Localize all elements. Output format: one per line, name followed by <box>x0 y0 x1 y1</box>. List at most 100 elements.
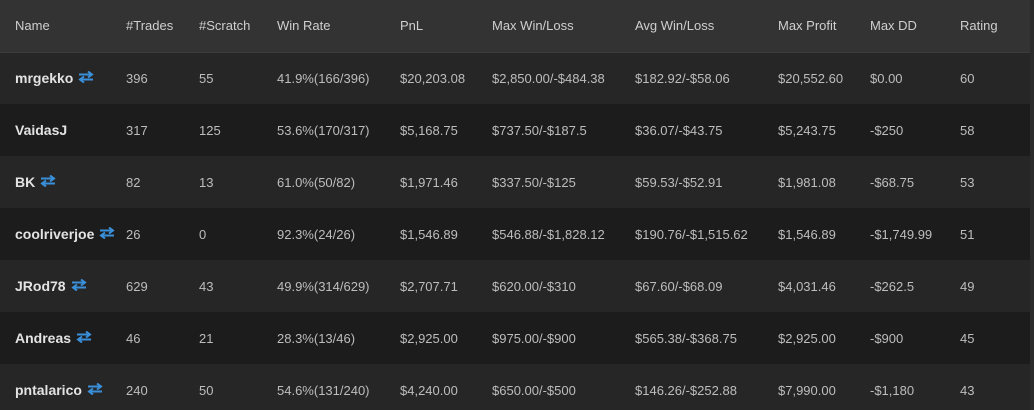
win-rate-cell: 92.3%(24/26) <box>277 226 356 242</box>
trader-name-cell: mrgekko <box>0 52 126 104</box>
trader-name[interactable]: VaidasJ <box>15 122 67 138</box>
trader-name-cell: BK <box>0 156 126 208</box>
trades-cell: 26 <box>126 226 141 242</box>
pnl-cell: $4,240.00 <box>400 382 458 398</box>
column-header-avg-win-loss[interactable]: Avg Win/Loss <box>635 0 778 53</box>
avg-win-loss-cell: $59.53/-$52.91 <box>635 174 723 190</box>
trades-cell: 629 <box>126 278 148 294</box>
scrollbar-track[interactable] <box>1030 0 1034 410</box>
rating-cell: 58 <box>960 122 975 138</box>
column-header-name[interactable]: Name <box>0 0 126 53</box>
rating-cell: 60 <box>960 70 975 86</box>
table-row[interactable]: pntalarico 240 50 54.6%(131/240) $4,240.00 $6… <box>0 364 1030 410</box>
pnl-cell: $1,971.46 <box>400 174 458 190</box>
trader-name[interactable]: JRod78 <box>15 278 66 294</box>
column-header-pnl[interactable]: PnL <box>400 0 492 53</box>
win-rate-cell: 53.6%(170/317) <box>277 122 370 138</box>
max-profit-cell: $2,925.00 <box>778 330 836 346</box>
pnl-cell: $2,707.71 <box>400 278 458 294</box>
table-row[interactable]: coolriverjoe 26 0 92.3%(24/26) $1,546.89 $546… <box>0 208 1030 260</box>
table-row[interactable]: mrgekko 396 55 41.9%(166/396) $20,203.08 $2,8… <box>0 52 1030 104</box>
table-row[interactable]: Andreas 46 21 28.3%(13/46) $2,925.00 $975.00/… <box>0 312 1030 364</box>
max-win-loss-cell: $620.00/-$310 <box>492 278 576 294</box>
max-win-loss-cell: $650.00/-$500 <box>492 382 576 398</box>
avg-win-loss-cell: $565.38/-$368.75 <box>635 330 737 346</box>
max-dd-cell: -$250 <box>870 122 904 138</box>
max-profit-cell: $5,243.75 <box>778 122 836 138</box>
max-dd-cell: $0.00 <box>870 70 903 86</box>
max-dd-cell: -$262.5 <box>870 278 915 294</box>
header-row: Name #Trades #Scratch Win Rate PnL Max W… <box>0 0 1030 53</box>
pnl-cell: $5,168.75 <box>400 122 458 138</box>
max-profit-cell: $4,031.46 <box>778 278 836 294</box>
scratch-cell: 43 <box>199 278 214 294</box>
max-win-loss-cell: $337.50/-$125 <box>492 174 576 190</box>
column-header-max-dd[interactable]: Max DD <box>870 0 960 53</box>
trader-name-cell: pntalarico <box>0 364 126 410</box>
trades-cell: 396 <box>126 70 148 86</box>
trader-name[interactable]: Andreas <box>15 330 71 346</box>
swap-arrows-icon[interactable] <box>87 382 103 398</box>
max-profit-cell: $20,552.60 <box>778 70 844 86</box>
win-rate-cell: 61.0%(50/82) <box>277 174 356 190</box>
trader-name-cell: coolriverjoe <box>0 208 126 260</box>
table-row[interactable]: BK 82 13 61.0%(50/82) $1,971.46 $337.50/-$125… <box>0 156 1030 208</box>
max-profit-cell: $1,546.89 <box>778 226 836 242</box>
column-header-win-rate[interactable]: Win Rate <box>277 0 400 53</box>
max-dd-cell: -$1,180 <box>870 382 915 398</box>
trader-name[interactable]: coolriverjoe <box>15 226 94 242</box>
trades-cell: 46 <box>126 330 141 346</box>
column-header-scratch[interactable]: #Scratch <box>199 0 277 53</box>
column-header-rating[interactable]: Rating <box>960 0 1030 53</box>
pnl-cell: $20,203.08 <box>400 70 466 86</box>
column-header-trades[interactable]: #Trades <box>126 0 199 53</box>
swap-arrows-icon[interactable] <box>78 70 95 86</box>
rating-cell: 49 <box>960 278 975 294</box>
swap-arrows-icon[interactable] <box>70 278 87 294</box>
swap-arrows-icon[interactable] <box>40 174 56 190</box>
trader-name-cell: VaidasJ <box>0 104 126 156</box>
max-win-loss-cell: $975.00/-$900 <box>492 330 576 346</box>
column-header-max-profit[interactable]: Max Profit <box>778 0 870 53</box>
scratch-cell: 50 <box>199 382 214 398</box>
scratch-cell: 21 <box>199 330 214 346</box>
win-rate-cell: 54.6%(131/240) <box>277 382 370 398</box>
max-dd-cell: -$1,749.99 <box>870 226 933 242</box>
trader-name-cell: Andreas <box>0 312 126 364</box>
max-win-loss-cell: $2,850.00/-$484.38 <box>492 70 605 86</box>
avg-win-loss-cell: $190.76/-$1,515.62 <box>635 226 748 242</box>
swap-arrows-icon[interactable] <box>76 330 92 346</box>
win-rate-cell: 28.3%(13/46) <box>277 330 356 346</box>
max-win-loss-cell: $546.88/-$1,828.12 <box>492 226 605 242</box>
rating-cell: 45 <box>960 330 975 346</box>
scratch-cell: 0 <box>199 226 207 242</box>
trades-cell: 317 <box>126 122 148 138</box>
rating-cell: 53 <box>960 174 975 190</box>
max-dd-cell: -$68.75 <box>870 174 915 190</box>
pnl-cell: $1,546.89 <box>400 226 458 242</box>
win-rate-cell: 41.9%(166/396) <box>277 70 370 86</box>
column-header-max-win-loss[interactable]: Max Win/Loss <box>492 0 635 53</box>
table-row[interactable]: JRod78 629 43 49.9%(314/629) $2,707.71 $620.0… <box>0 260 1030 312</box>
max-profit-cell: $1,981.08 <box>778 174 836 190</box>
trader-name[interactable]: mrgekko <box>15 70 73 86</box>
swap-arrows-icon[interactable] <box>99 226 116 242</box>
trades-cell: 82 <box>126 174 141 190</box>
leaderboard: Name #Trades #Scratch Win Rate PnL Max W… <box>0 0 1034 410</box>
scratch-cell: 13 <box>199 174 214 190</box>
trader-name[interactable]: BK <box>15 174 35 190</box>
scratch-cell: 125 <box>199 122 221 138</box>
trader-name[interactable]: pntalarico <box>15 382 82 398</box>
max-dd-cell: -$900 <box>870 330 904 346</box>
win-rate-cell: 49.9%(314/629) <box>277 278 370 294</box>
avg-win-loss-cell: $36.07/-$43.75 <box>635 122 723 138</box>
rating-cell: 51 <box>960 226 975 242</box>
table-row[interactable]: VaidasJ 317 125 53.6%(170/317) $5,168.75 $737… <box>0 104 1030 156</box>
scratch-cell: 55 <box>199 70 214 86</box>
trades-cell: 240 <box>126 382 148 398</box>
avg-win-loss-cell: $182.92/-$58.06 <box>635 70 730 86</box>
leaderboard-table: Name #Trades #Scratch Win Rate PnL Max W… <box>0 0 1030 410</box>
rating-cell: 43 <box>960 382 975 398</box>
max-win-loss-cell: $737.50/-$187.5 <box>492 122 587 138</box>
avg-win-loss-cell: $146.26/-$252.88 <box>635 382 737 398</box>
